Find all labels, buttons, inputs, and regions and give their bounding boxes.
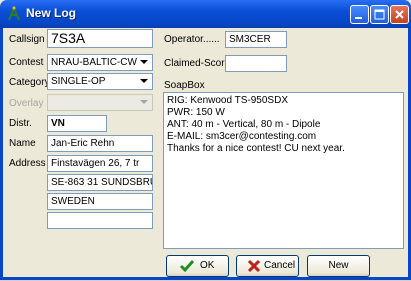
claimed-score-field[interactable]: [225, 55, 287, 72]
overlay-label: Overlay: [9, 98, 44, 109]
new-button-label: New: [328, 260, 349, 271]
address-line-4-field[interactable]: [47, 212, 153, 229]
category-select[interactable]: SINGLE-OP: [47, 73, 153, 90]
checkmark-icon: [179, 259, 195, 281]
new-log-window: New Log Callsign 7S3A Contest NRAU-BALTI…: [0, 0, 411, 280]
contest-select-value: NRAU-BALTIC-CW: [51, 57, 137, 68]
title-bar[interactable]: New Log: [0, 0, 411, 28]
app-icon: [6, 5, 22, 22]
new-button[interactable]: New: [307, 255, 370, 277]
close-button[interactable]: [390, 5, 409, 24]
address-line-3-field[interactable]: SWEDEN: [47, 193, 153, 210]
cancel-button[interactable]: Cancel: [236, 255, 299, 277]
name-label: Name: [9, 138, 36, 149]
ok-button-label: OK: [200, 260, 215, 271]
callsign-field[interactable]: 7S3A: [47, 29, 153, 48]
soapbox-line: Thanks for a nice contest! CU next year.: [167, 143, 345, 154]
address-label: Address: [9, 158, 46, 169]
callsign-label: Callsign: [9, 34, 45, 45]
maximize-icon: [374, 9, 385, 20]
operator-label: Operator......: [164, 34, 220, 45]
soapbox-label: SoapBox: [164, 80, 205, 91]
operator-field[interactable]: SM3CER: [225, 31, 287, 48]
chevron-down-icon[interactable]: [137, 74, 152, 89]
minimize-icon: [355, 17, 362, 19]
soapbox-line: E-MAIL: sm3cer@contesting.com: [167, 131, 317, 142]
minimize-button[interactable]: [350, 5, 369, 24]
soapbox-line: RIG: Kenwood TS-950SDX: [167, 95, 288, 106]
cancel-button-label: Cancel: [264, 260, 296, 271]
address-line-1-field[interactable]: Finstavägen 26, 7 tr: [47, 155, 153, 172]
contest-label: Contest: [9, 57, 44, 68]
distr-label: Distr.: [9, 118, 32, 129]
chevron-down-icon[interactable]: [137, 55, 152, 70]
soapbox-line: PWR: 150 W: [167, 107, 225, 118]
soapbox-line: ANT: 40 m - Vertical, 80 m - Dipole: [167, 119, 321, 130]
soapbox-textarea[interactable]: RIG: Kenwood TS-950SDX PWR: 150 W ANT: 4…: [163, 92, 404, 249]
address-line-2-field[interactable]: SE-863 31 SUNDSBRU: [47, 174, 153, 191]
overlay-select: [47, 94, 153, 111]
name-field[interactable]: Jan-Eric Rehn: [47, 135, 153, 152]
maximize-button[interactable]: [370, 5, 389, 24]
close-icon: [395, 10, 404, 19]
chevron-down-icon: [137, 95, 152, 110]
window-title: New Log: [26, 6, 76, 20]
ok-button[interactable]: OK: [166, 255, 229, 277]
distr-field[interactable]: VN: [47, 115, 107, 132]
claimed-score-label: Claimed-Score: [164, 58, 231, 69]
category-label: Category: [9, 77, 50, 88]
contest-select[interactable]: NRAU-BALTIC-CW: [47, 54, 153, 71]
window-border-left: [0, 28, 3, 280]
cross-icon: [247, 259, 261, 281]
category-select-value: SINGLE-OP: [51, 76, 106, 87]
